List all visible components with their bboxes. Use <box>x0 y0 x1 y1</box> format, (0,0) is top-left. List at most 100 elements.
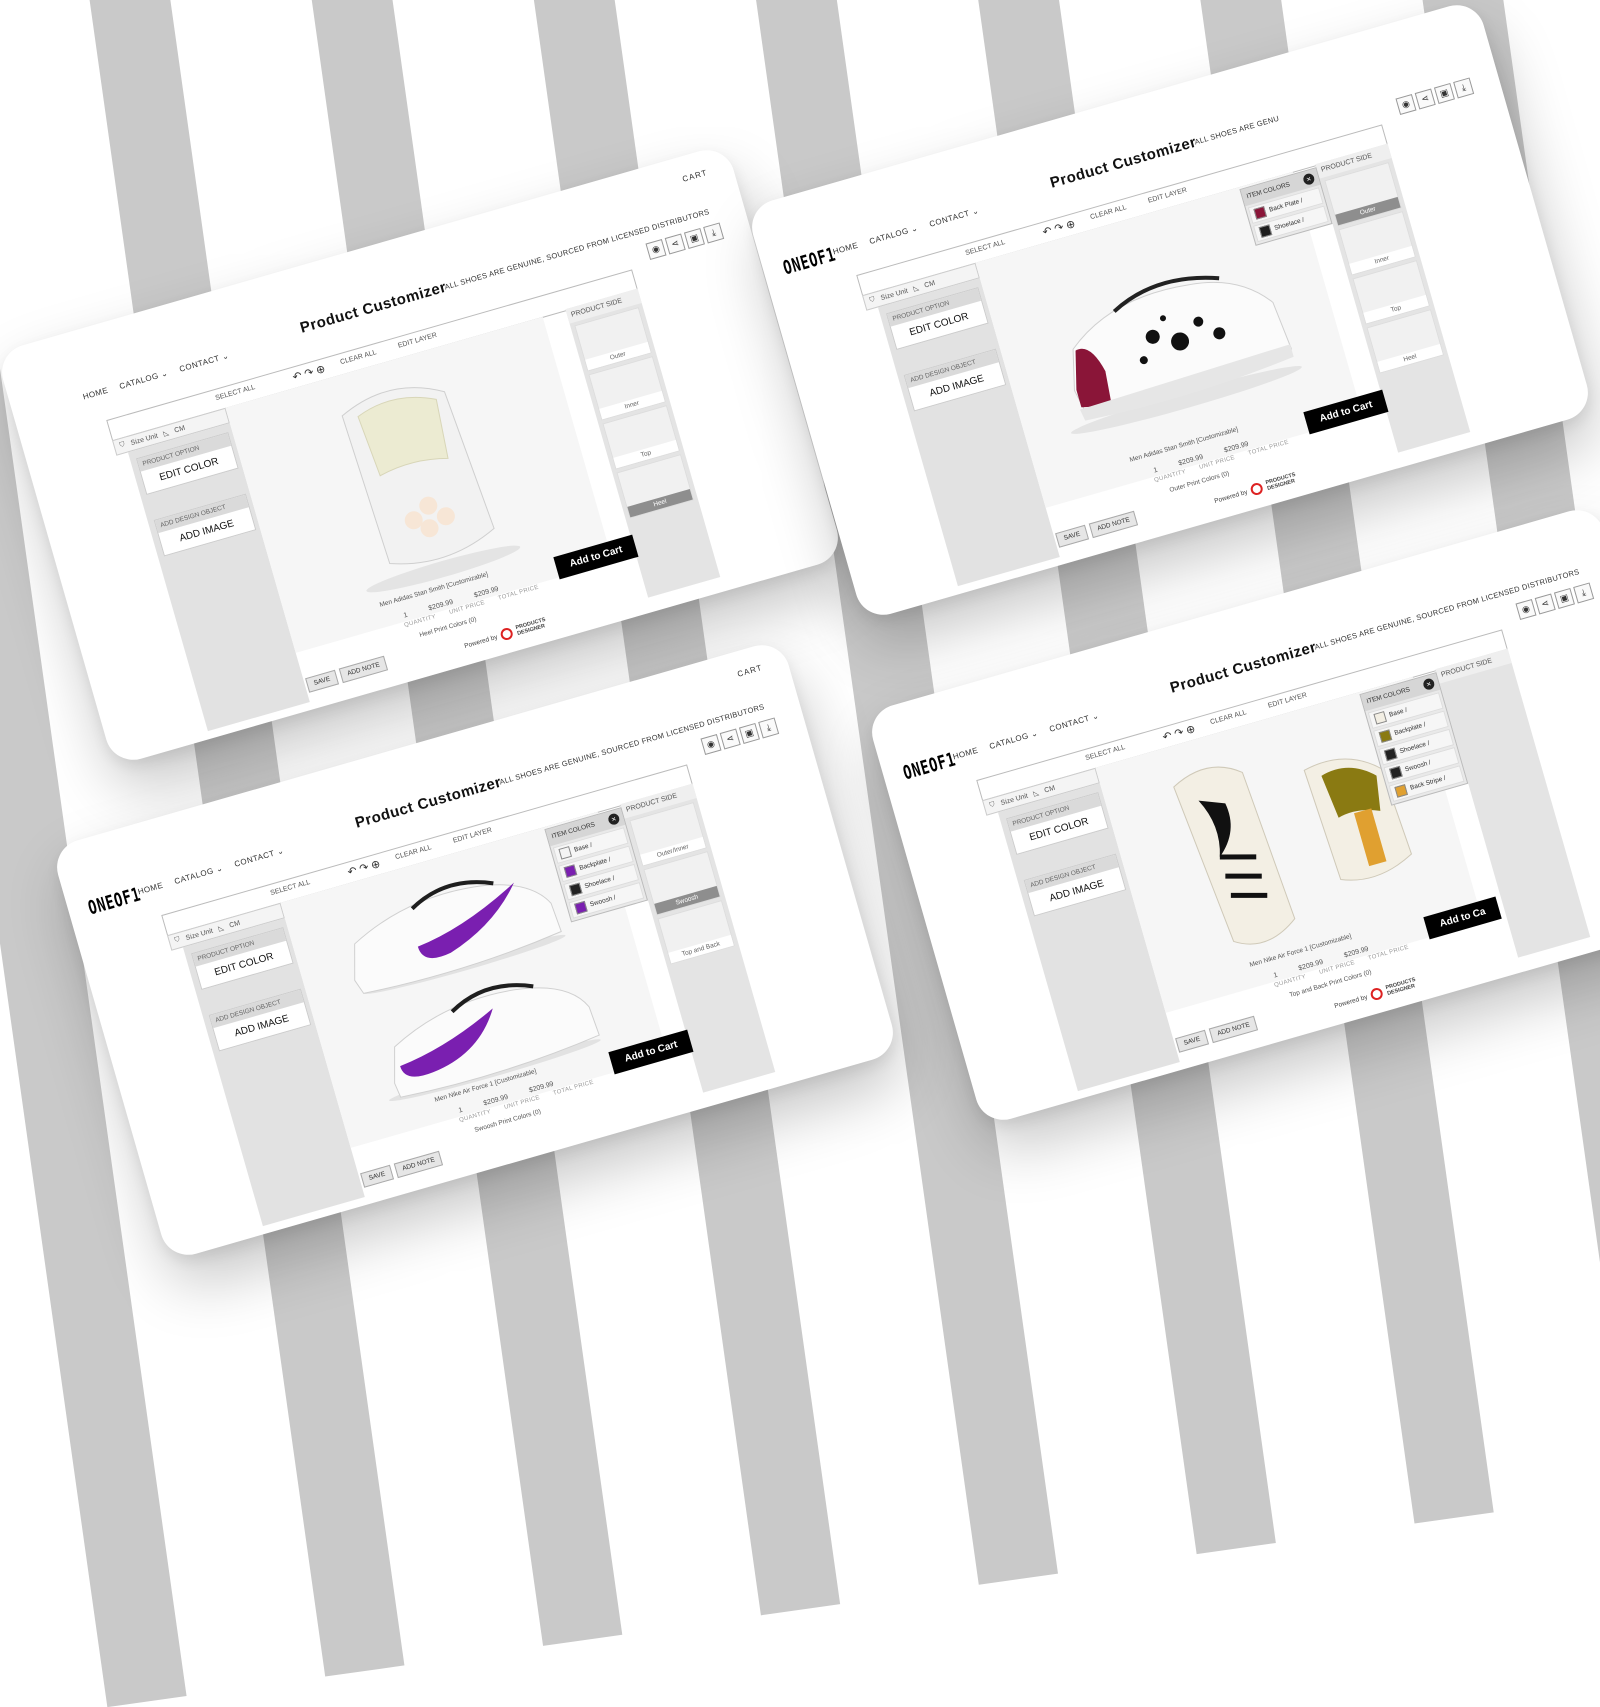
share-icon[interactable]: ⋖ <box>664 233 686 255</box>
close-icon[interactable]: × <box>1302 172 1316 186</box>
color-swatch[interactable] <box>1378 729 1393 743</box>
color-swatch[interactable] <box>558 846 573 860</box>
save-button[interactable]: SAVE <box>1055 524 1089 548</box>
color-name: Backplate / <box>578 856 612 872</box>
add-note-button[interactable]: ADD NOTE <box>1088 510 1139 539</box>
products-designer-logo-icon <box>1249 481 1265 497</box>
cart-link[interactable]: CART <box>736 663 763 679</box>
product-side-label: Top and Back <box>668 934 734 964</box>
nav-catalog[interactable]: CATALOG ⌄ <box>868 223 919 246</box>
save-button[interactable]: SAVE <box>360 1164 394 1188</box>
nav-home[interactable]: HOME <box>82 386 109 402</box>
nav-catalog[interactable]: CATALOG ⌄ <box>173 863 224 886</box>
color-swatch[interactable] <box>563 864 578 878</box>
color-swatch[interactable] <box>1389 765 1403 780</box>
add-note-button[interactable]: ADD NOTE <box>393 1150 444 1179</box>
color-swatch[interactable] <box>574 900 588 915</box>
size-unit-value: CM <box>173 424 186 435</box>
select-all-button[interactable]: SELECT ALL <box>270 879 311 897</box>
product-side-label: Heel <box>627 488 693 518</box>
color-swatch[interactable] <box>1373 711 1388 725</box>
brand-logo[interactable]: ONEOF1 <box>781 243 839 279</box>
edit-layer-button[interactable]: EDIT LAYER <box>1147 187 1188 205</box>
save-disk-icon[interactable]: ▣ <box>683 227 705 249</box>
eye-icon[interactable]: ◉ <box>700 733 722 756</box>
download-icon[interactable]: ⤓ <box>1573 582 1595 604</box>
brand-logo[interactable]: ONEOF1 <box>86 883 144 919</box>
nav-catalog[interactable]: CATALOG ⌄ <box>118 368 169 391</box>
select-all-button[interactable]: SELECT ALL <box>215 384 256 402</box>
eye-icon[interactable]: ◉ <box>645 238 667 261</box>
cart-link[interactable]: CART <box>681 168 708 184</box>
products-designer-wordmark: PRODUCTS DESIGNER <box>514 616 547 637</box>
quantity-value[interactable]: 1 <box>458 1107 464 1115</box>
tag-icon: ⛉ <box>868 296 876 305</box>
eye-icon[interactable]: ◉ <box>1515 598 1537 621</box>
ruler-icon: ◺ <box>217 924 225 933</box>
save-controls: SAVE ADD NOTE <box>360 1150 444 1188</box>
color-swatch[interactable] <box>1253 206 1268 220</box>
design-object-block: ADD DESIGN OBJECT ADD IMAGE <box>153 493 257 557</box>
quantity-value[interactable]: 1 <box>1153 467 1159 475</box>
save-disk-icon[interactable]: ▣ <box>738 722 760 744</box>
edit-layer-button[interactable]: EDIT LAYER <box>1267 692 1308 710</box>
nav-contact[interactable]: CONTACT ⌄ <box>928 206 980 229</box>
color-swatch[interactable] <box>568 882 583 897</box>
edit-layer-button[interactable]: EDIT LAYER <box>397 332 438 350</box>
nav-home[interactable]: HOME <box>137 881 164 897</box>
quantity-value[interactable]: 1 <box>1273 972 1279 980</box>
save-button[interactable]: SAVE <box>305 669 339 693</box>
color-name: Base / <box>1388 706 1409 719</box>
download-icon[interactable]: ⤓ <box>1453 77 1475 99</box>
add-note-button[interactable]: ADD NOTE <box>338 655 389 684</box>
download-icon[interactable]: ⤓ <box>703 222 725 244</box>
clear-all-button[interactable]: CLEAR ALL <box>1210 709 1248 726</box>
select-all-button[interactable]: SELECT ALL <box>965 239 1006 257</box>
nav-home[interactable]: HOME <box>832 241 859 257</box>
nav-catalog[interactable]: CATALOG ⌄ <box>988 728 1039 751</box>
save-controls: SAVE ADD NOTE <box>1055 510 1139 548</box>
add-note-button[interactable]: ADD NOTE <box>1208 1015 1259 1044</box>
close-icon[interactable]: × <box>1422 677 1436 691</box>
save-disk-icon[interactable]: ▣ <box>1433 82 1455 104</box>
powered-by-text: Powered by <box>1333 993 1369 1010</box>
save-button[interactable]: SAVE <box>1175 1029 1209 1053</box>
tag-icon: ⛉ <box>173 936 181 945</box>
clear-all-button[interactable]: CLEAR ALL <box>340 349 378 366</box>
color-swatch[interactable] <box>1394 784 1408 798</box>
color-name: Shoelace / <box>1398 739 1431 756</box>
color-swatch[interactable] <box>1258 224 1273 238</box>
close-icon[interactable]: × <box>607 812 621 826</box>
products-designer-logo-icon <box>1369 986 1385 1002</box>
color-name: Shoelace / <box>583 874 616 891</box>
nav-contact[interactable]: CONTACT ⌄ <box>178 351 230 374</box>
powered-by-text: Powered by <box>463 633 499 650</box>
design-object-block: ADD DESIGN OBJECT ADD IMAGE <box>208 988 312 1052</box>
clear-all-button[interactable]: CLEAR ALL <box>395 844 433 861</box>
color-swatch[interactable] <box>1383 747 1398 762</box>
color-name: Shoelace / <box>1273 216 1306 232</box>
brand-logo[interactable]: ONEOF1 <box>901 748 959 784</box>
quantity-value[interactable]: 1 <box>403 612 409 620</box>
color-name: Backplate / <box>1393 721 1427 737</box>
ruler-icon: ◺ <box>912 284 920 293</box>
size-unit-value: CM <box>923 279 936 290</box>
nav-contact[interactable]: CONTACT ⌄ <box>1048 711 1100 734</box>
design-canvas[interactable] <box>225 316 613 653</box>
color-name: Swoosh / <box>589 894 617 909</box>
tagline: ALL SHOES ARE GENU <box>1193 113 1281 147</box>
nav-home[interactable]: HOME <box>952 746 979 762</box>
share-icon[interactable]: ⋖ <box>1414 88 1436 110</box>
clear-all-button[interactable]: CLEAR ALL <box>1090 204 1128 221</box>
ruler-icon: ◺ <box>162 429 170 438</box>
color-name: Back Plate / <box>1268 197 1304 214</box>
download-icon[interactable]: ⤓ <box>758 717 780 739</box>
select-all-button[interactable]: SELECT ALL <box>1085 744 1126 762</box>
share-icon[interactable]: ⋖ <box>1534 593 1556 615</box>
edit-layer-button[interactable]: EDIT LAYER <box>452 827 493 845</box>
ruler-icon: ◺ <box>1032 789 1040 798</box>
nav-contact[interactable]: CONTACT ⌄ <box>233 846 285 869</box>
save-disk-icon[interactable]: ▣ <box>1553 587 1575 609</box>
eye-icon[interactable]: ◉ <box>1395 93 1417 116</box>
share-icon[interactable]: ⋖ <box>719 728 741 750</box>
